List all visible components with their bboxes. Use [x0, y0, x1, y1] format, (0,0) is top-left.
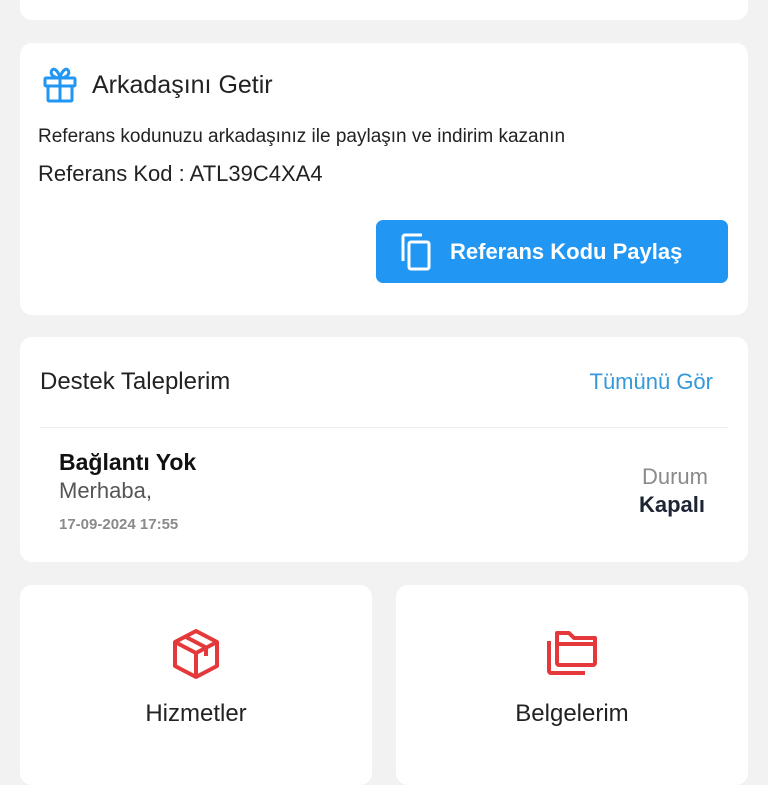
referral-description: Referans kodunuzu arkadaşınız ile paylaş…: [38, 126, 566, 147]
referral-header: Arkadaşını Getir: [40, 65, 273, 105]
box-icon: [173, 629, 219, 679]
ticket-message: Merhaba,: [59, 478, 152, 503]
divider: [40, 427, 728, 428]
ticket-title: Bağlantı Yok: [59, 449, 197, 475]
folders-icon: [547, 631, 597, 675]
share-referral-button[interactable]: Referans Kodu Paylaş: [376, 220, 728, 283]
referral-code-label: Referans Kod :: [38, 161, 185, 186]
referral-code-row: Referans Kod : ATL39C4XA4: [38, 161, 323, 187]
documents-label: Belgelerim: [515, 700, 629, 727]
ticket-status-label: Durum: [641, 464, 708, 489]
referral-title: Arkadaşını Getir: [92, 70, 273, 99]
referral-code-value: ATL39C4XA4: [189, 161, 323, 186]
copy-icon: [401, 233, 431, 270]
services-tile[interactable]: Hizmetler: [20, 585, 372, 785]
services-label: Hizmetler: [145, 700, 247, 727]
ticket-date: 17-09-2024 17:55: [59, 516, 179, 533]
support-card: Destek Taleplerim Tümünü Gör Bağlantı Yo…: [20, 337, 748, 562]
support-title: Destek Taleplerim: [40, 368, 231, 395]
ticket-status-value: Kapalı: [638, 492, 705, 517]
gift-icon: [43, 67, 77, 103]
share-referral-label: Referans Kodu Paylaş: [450, 238, 683, 264]
documents-tile[interactable]: Belgelerim: [396, 585, 748, 785]
previous-card: [20, 0, 748, 20]
referral-card: Arkadaşını Getir Referans kodunuzu arkad…: [20, 43, 748, 315]
see-all-link[interactable]: Tümünü Gör: [590, 369, 714, 395]
